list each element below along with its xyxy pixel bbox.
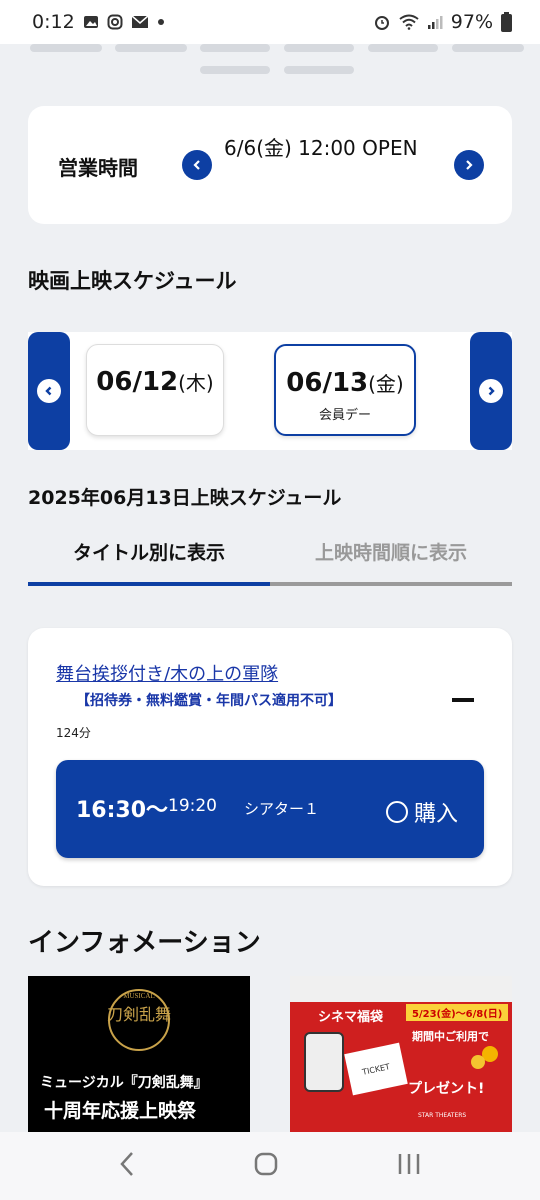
chevron-right-icon bbox=[479, 379, 503, 403]
business-hours-card: 営業時間 6/6(金) 12:00 OPEN bbox=[28, 106, 512, 224]
chevron-left-icon bbox=[37, 379, 61, 403]
tab-indicator-inactive bbox=[270, 582, 512, 586]
tab-indicator-active bbox=[28, 582, 270, 586]
showtime-button[interactable]: 16:30〜 19:20 シアター１ 購入 bbox=[56, 760, 484, 858]
tab-by-title[interactable]: タイトル別に表示 bbox=[28, 530, 270, 586]
stub bbox=[452, 44, 524, 52]
showtime-theater: シアター１ bbox=[244, 800, 320, 818]
buy-label-group: 購入 bbox=[386, 796, 458, 828]
status-left: 0:12 bbox=[32, 11, 165, 33]
recent-apps-icon[interactable] bbox=[397, 1152, 421, 1180]
date-card-0613[interactable]: 06/13(金) 会員デー bbox=[274, 344, 416, 436]
movie-duration: 124分 bbox=[56, 726, 91, 740]
date-value: 06/13 bbox=[286, 368, 369, 398]
date-prev-button[interactable] bbox=[28, 332, 70, 450]
battery-percent: 97% bbox=[450, 11, 493, 33]
wifi-icon bbox=[399, 14, 419, 30]
ticket-label: TICKET bbox=[361, 1061, 391, 1077]
previous-content-stubs bbox=[0, 44, 540, 80]
phone-illustration bbox=[304, 1032, 344, 1092]
gallery-icon bbox=[83, 14, 99, 30]
stub bbox=[368, 44, 438, 52]
movie-restriction-note: 【招待券・無料鑑賞・年間パス適用不可】 bbox=[76, 693, 342, 709]
stub bbox=[200, 44, 270, 52]
hours-next-button[interactable] bbox=[454, 150, 484, 180]
date-next-button[interactable] bbox=[470, 332, 512, 450]
stub bbox=[284, 66, 354, 74]
business-hours-text: 6/6(金) 12:00 OPEN bbox=[224, 136, 418, 160]
home-icon[interactable] bbox=[254, 1152, 278, 1180]
alarm-icon bbox=[373, 13, 391, 31]
movie-title-link[interactable]: 舞台挨拶付き/木の上の軍隊 bbox=[56, 660, 278, 686]
mail-icon bbox=[131, 15, 149, 29]
day-schedule-heading: 2025年06月13日上映スケジュール bbox=[28, 487, 342, 509]
date-dow: (木) bbox=[178, 371, 214, 395]
back-icon[interactable] bbox=[119, 1150, 135, 1182]
tab-by-time[interactable]: 上映時間順に表示 bbox=[270, 530, 512, 586]
date-label: 06/12(木) bbox=[87, 367, 223, 397]
banner-title: シネマ福袋 bbox=[318, 1010, 384, 1025]
chevron-right-icon bbox=[466, 160, 473, 170]
svg-text:MUSICAL: MUSICAL bbox=[123, 992, 155, 1000]
battery-icon bbox=[501, 12, 512, 32]
instagram-icon bbox=[107, 14, 123, 30]
stub bbox=[200, 66, 270, 74]
signal-icon bbox=[427, 14, 443, 30]
status-bar: 0:12 97% bbox=[0, 0, 540, 44]
tab-label: 上映時間順に表示 bbox=[314, 542, 467, 564]
svg-text:刀剣乱舞: 刀剣乱舞 bbox=[107, 1005, 171, 1024]
banner-line1: ミュージカル『刀剣乱舞』 bbox=[40, 1075, 208, 1091]
tab-label: タイトル別に表示 bbox=[72, 542, 225, 564]
hours-prev-button[interactable] bbox=[182, 150, 212, 180]
stub bbox=[284, 44, 354, 52]
status-right: 97% bbox=[373, 11, 512, 33]
movie-card: 舞台挨拶付き/木の上の軍隊 【招待券・無料鑑賞・年間パス適用不可】 124分 1… bbox=[28, 628, 512, 886]
stub bbox=[115, 44, 187, 52]
banner-dates: 5/23(金)～6/8(日) bbox=[406, 1004, 509, 1021]
notification-dot-icon bbox=[157, 18, 165, 26]
schedule-section-title: 映画上映スケジュール bbox=[28, 269, 237, 293]
business-hours-label: 営業時間 bbox=[58, 156, 138, 180]
ticket-illustration: TICKET bbox=[344, 1042, 408, 1096]
banner-touken-ranbu[interactable]: MUSICAL 刀剣乱舞 ミュージカル『刀剣乱舞』 十周年応援上映祭 bbox=[28, 976, 250, 1132]
buy-label: 購入 bbox=[414, 802, 459, 827]
collapse-minus-icon[interactable] bbox=[452, 698, 474, 702]
date-dow: (金) bbox=[368, 372, 404, 396]
banner-top-strip bbox=[290, 976, 512, 1002]
availability-circle-icon bbox=[386, 801, 408, 823]
banner-line2: プレゼント! bbox=[408, 1081, 485, 1097]
clock: 0:12 bbox=[32, 11, 75, 33]
showtime-start: 16:30〜 bbox=[76, 798, 169, 823]
gift-coins-icon bbox=[471, 1046, 498, 1069]
date-note: 会員デー bbox=[318, 408, 371, 423]
banner-cinema-fukubukuro[interactable]: シネマ福袋 5/23(金)～6/8(日) 期間中ご利用で TICKET プレゼン… bbox=[290, 976, 512, 1132]
showtime-end: 19:20 bbox=[168, 796, 217, 816]
banner-brand: STAR THEATERS bbox=[418, 1112, 467, 1119]
view-tabs: タイトル別に表示 上映時間順に表示 bbox=[28, 530, 512, 586]
date-label: 06/13(金) bbox=[276, 368, 414, 398]
date-value: 06/12 bbox=[96, 367, 179, 397]
stub bbox=[30, 44, 102, 52]
information-title: インフォメーション bbox=[28, 928, 261, 958]
chevron-left-icon bbox=[193, 160, 200, 170]
system-nav-bar bbox=[0, 1132, 540, 1200]
banner-line2: 十周年応援上映祭 bbox=[44, 1100, 197, 1122]
date-card-0612[interactable]: 06/12(木) bbox=[86, 344, 224, 436]
